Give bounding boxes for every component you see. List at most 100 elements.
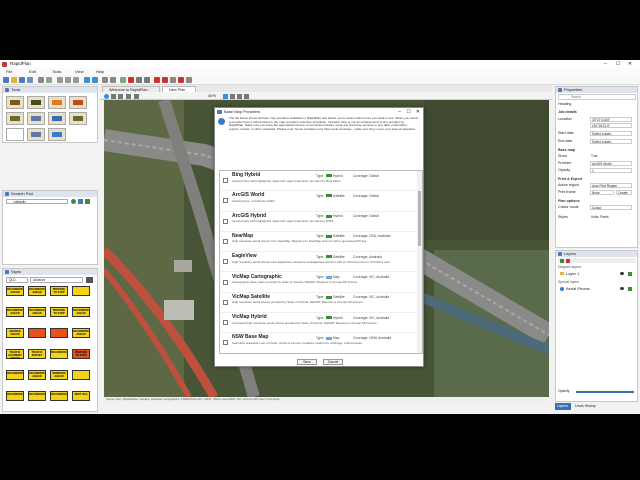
create-button[interactable]: Create bbox=[616, 190, 632, 195]
record-icon[interactable] bbox=[154, 77, 160, 83]
zoom-in-icon[interactable] bbox=[118, 93, 123, 99]
delete-icon[interactable] bbox=[178, 77, 184, 83]
zoom-out-icon[interactable] bbox=[126, 93, 131, 99]
align-icon[interactable] bbox=[237, 93, 242, 99]
settings-icon[interactable] bbox=[186, 77, 192, 83]
sign-item[interactable]: ROADWORK AHEAD bbox=[28, 370, 46, 380]
sign-item[interactable]: ROADWORK AHEAD bbox=[6, 307, 24, 317]
sign-item[interactable]: TRAFFIC ACCIDENT AHEAD bbox=[6, 349, 24, 360]
sign-item[interactable]: GRADER AHEAD bbox=[6, 328, 24, 338]
zoom-icon[interactable] bbox=[120, 77, 126, 83]
open-icon[interactable] bbox=[11, 77, 17, 83]
provider-checkbox[interactable] bbox=[223, 320, 228, 326]
tool-vehicle[interactable] bbox=[69, 96, 87, 109]
provider-checkbox[interactable] bbox=[223, 340, 228, 346]
save-icon[interactable] bbox=[78, 199, 83, 204]
signs-state-select[interactable]: QLD bbox=[6, 277, 28, 283]
save-icon[interactable] bbox=[19, 77, 25, 83]
sign-item[interactable]: NEXT 2km bbox=[72, 391, 90, 401]
provider-checkbox[interactable] bbox=[223, 259, 228, 265]
opacity-input[interactable]: 1 bbox=[590, 168, 632, 173]
sign-item[interactable]: ROADWORK AHEAD bbox=[28, 286, 46, 296]
vehicle-icon[interactable] bbox=[86, 277, 93, 283]
layer-1-row[interactable]: Layer 1 bbox=[558, 270, 636, 277]
sign-item[interactable]: ROADWORK bbox=[50, 349, 68, 359]
tool-rectangle[interactable] bbox=[6, 128, 24, 141]
sign-item[interactable]: WORKERS AHEAD bbox=[50, 370, 68, 380]
properties-search[interactable]: Search bbox=[558, 94, 636, 100]
end-date-input[interactable]: Select a date... bbox=[590, 139, 632, 144]
provider-checkbox[interactable] bbox=[223, 198, 228, 204]
sign-item[interactable] bbox=[28, 328, 46, 338]
cut-icon[interactable] bbox=[57, 77, 63, 83]
provider-checkbox[interactable] bbox=[223, 178, 228, 183]
dialog-maximize-button[interactable]: ☐ bbox=[407, 108, 411, 116]
sign-item[interactable]: PREPARE TO STOP bbox=[72, 349, 90, 359]
sign-item[interactable]: ROADWORK bbox=[28, 391, 46, 401]
stop-icon[interactable] bbox=[162, 77, 168, 83]
provider-row[interactable]: VicMap Satellite Type: Satellite Coverage:… bbox=[220, 293, 416, 314]
provider-list-scrollbar[interactable] bbox=[417, 171, 422, 353]
provider-select[interactable]: ArcGIS World bbox=[590, 161, 632, 166]
tool-road[interactable] bbox=[6, 112, 24, 125]
sign-item[interactable]: ROADWORK AHEAD bbox=[72, 328, 90, 338]
menu-file[interactable]: File bbox=[6, 68, 12, 75]
add-icon[interactable] bbox=[71, 199, 76, 204]
menu-help[interactable]: Help bbox=[96, 68, 104, 75]
provider-checkbox[interactable] bbox=[223, 238, 228, 244]
maximize-button[interactable]: ☐ bbox=[616, 60, 620, 68]
opacity-slider[interactable] bbox=[576, 391, 634, 393]
tab-layers[interactable]: Layers bbox=[555, 403, 571, 410]
provider-row[interactable]: VicMap Hybrid Type: Hybrid Coverage: VIC, … bbox=[220, 313, 416, 334]
job-details-section[interactable]: Job details bbox=[558, 110, 577, 114]
lock-icon[interactable] bbox=[170, 77, 176, 83]
print-icon[interactable] bbox=[38, 77, 44, 83]
provider-checkbox[interactable] bbox=[223, 218, 228, 224]
scratch-pad-select[interactable]: <default> bbox=[6, 199, 68, 204]
dialog-close-button[interactable]: ✕ bbox=[416, 108, 420, 116]
save-as-icon[interactable] bbox=[27, 77, 33, 83]
provider-row[interactable]: ArcGIS World Type: Satellite Coverage: Glo… bbox=[220, 191, 416, 212]
menu-view[interactable]: View bbox=[75, 68, 84, 75]
sign-item[interactable] bbox=[72, 370, 90, 380]
rotate-icon[interactable] bbox=[134, 93, 139, 99]
save-button[interactable]: Save bbox=[297, 359, 317, 365]
minimize-button[interactable]: – bbox=[604, 60, 607, 68]
tool-curve[interactable] bbox=[69, 112, 87, 125]
aerial-photos-row[interactable]: Aerial Photos bbox=[558, 285, 636, 292]
start-date-input[interactable]: Select a date... bbox=[590, 131, 632, 136]
lock-icon[interactable] bbox=[628, 286, 632, 291]
eye-icon[interactable] bbox=[620, 287, 624, 290]
colour-mode-select[interactable]: Colour bbox=[590, 205, 632, 210]
sign-item[interactable]: PREPARE TO STOP bbox=[50, 286, 68, 296]
dialog-minimize-button[interactable]: – bbox=[398, 108, 401, 116]
active-region-select[interactable]: Auto Print Region bbox=[590, 183, 632, 188]
export-icon[interactable] bbox=[85, 199, 90, 204]
menu-tools[interactable]: Tools bbox=[52, 68, 61, 75]
add-layer-icon[interactable] bbox=[560, 258, 564, 263]
show-value[interactable]: True bbox=[590, 154, 632, 159]
provider-checkbox[interactable] bbox=[223, 299, 228, 305]
close-button[interactable]: ✕ bbox=[628, 60, 632, 68]
select-icon[interactable] bbox=[102, 77, 108, 83]
signs-category-select[interactable]: Advance bbox=[30, 277, 83, 283]
sign-item[interactable]: PREPARE TO STOP bbox=[50, 307, 68, 317]
print-export-section[interactable]: Print & Export bbox=[558, 177, 582, 181]
tool-table[interactable] bbox=[27, 112, 45, 125]
sign-item[interactable]: ROADWORK bbox=[50, 391, 68, 401]
cancel-button[interactable]: Cancel bbox=[323, 359, 343, 365]
refresh-icon[interactable] bbox=[104, 93, 109, 99]
grid-icon[interactable] bbox=[136, 77, 142, 83]
remove-layer-icon[interactable] bbox=[566, 258, 570, 263]
tool-devices[interactable] bbox=[48, 96, 66, 109]
fit-icon[interactable] bbox=[223, 93, 228, 99]
provider-row[interactable]: EagleView Type: Satellite Coverage: Austra… bbox=[220, 252, 416, 273]
tool-path[interactable] bbox=[48, 112, 66, 125]
tool-image[interactable] bbox=[48, 128, 66, 141]
plan-options-section[interactable]: Plan options bbox=[558, 199, 580, 203]
copy-icon[interactable] bbox=[65, 77, 71, 83]
provider-row[interactable]: NearMap Type: Satellite Coverage: USA, Aus… bbox=[220, 232, 416, 253]
sign-item[interactable] bbox=[72, 286, 90, 296]
sign-item[interactable] bbox=[50, 328, 68, 338]
undo-icon[interactable] bbox=[84, 77, 90, 83]
